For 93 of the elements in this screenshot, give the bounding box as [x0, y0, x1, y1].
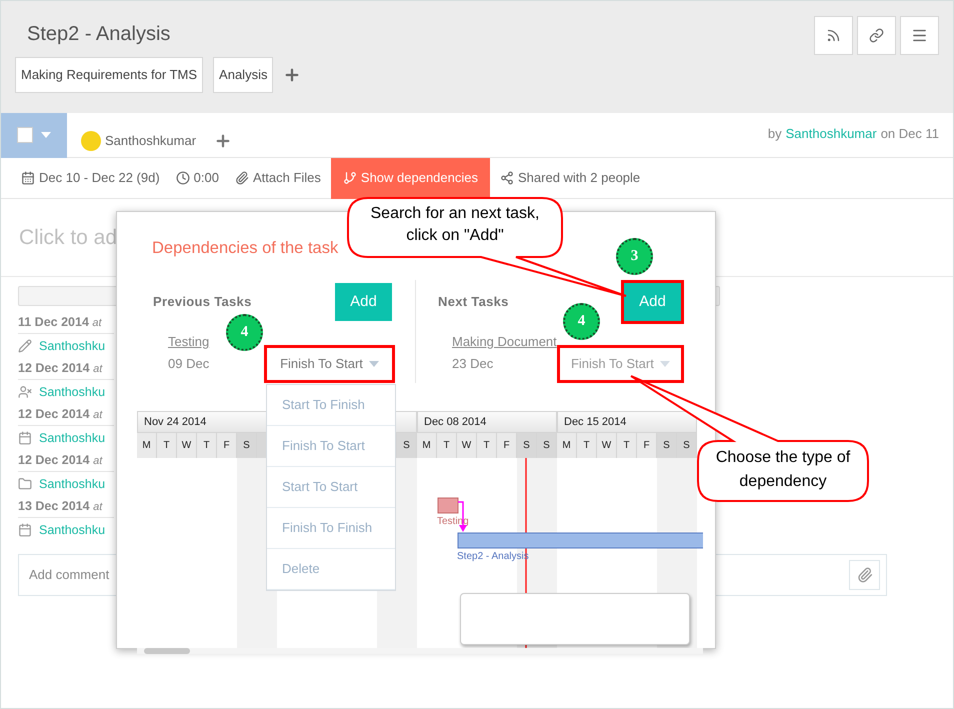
- callout-text: Search for an next task, click on "Add": [370, 204, 540, 246]
- day-header: F: [497, 433, 517, 458]
- toolbar-button[interactable]: Dec 10 - Dec 22 (9d): [15, 158, 166, 198]
- dialog-title: Dependencies of the task: [152, 238, 338, 259]
- week-header: Dec 08 2014: [417, 411, 557, 433]
- user-link[interactable]: Santhoshku: [39, 474, 106, 494]
- created-date: on Dec 11: [880, 125, 939, 144]
- user-icon: [18, 385, 32, 399]
- callout-text: Choose the type of dependency: [714, 448, 852, 492]
- week-header: Dec 15 2014: [557, 411, 697, 433]
- paperclip-icon: [234, 171, 249, 185]
- activity-date: 11 Dec 2014 at: [18, 314, 103, 331]
- menu-button[interactable]: [900, 16, 939, 55]
- task-link[interactable]: Making Document: [452, 332, 557, 352]
- rss-icon: [826, 28, 841, 43]
- menu-item[interactable]: Start To Finish: [267, 385, 395, 426]
- toolbar-button[interactable]: Shared with 2 people: [494, 158, 646, 198]
- user-link[interactable]: Santhoshku: [39, 428, 106, 448]
- branch-icon: [342, 171, 357, 185]
- menu-item[interactable]: Delete: [267, 549, 395, 590]
- attach-button[interactable]: [849, 560, 880, 590]
- caret-icon: [368, 361, 379, 367]
- created-by-label: by: [768, 125, 782, 144]
- add-button[interactable]: Add: [624, 283, 681, 321]
- dependency-type-select[interactable]: Finish To Start: [570, 354, 670, 374]
- tag-chip[interactable]: Analysis: [213, 57, 274, 92]
- day-header: S: [517, 433, 537, 458]
- select-checkbox-button[interactable]: [1, 112, 67, 158]
- day-header: S: [677, 433, 697, 458]
- day-header: S: [237, 433, 257, 458]
- menu-item[interactable]: Finish To Start: [267, 426, 395, 467]
- clock-icon: [176, 171, 190, 185]
- add-assignee-icon[interactable]: [214, 132, 232, 150]
- add-tag-icon[interactable]: [283, 66, 302, 84]
- author-link[interactable]: Santhoshkumar: [786, 124, 877, 144]
- toolbar-button[interactable]: Show dependencies: [330, 158, 490, 198]
- checkbox[interactable]: [17, 127, 33, 143]
- menu-icon: [911, 27, 928, 44]
- calendar-icon: [21, 171, 35, 185]
- day-header: S: [397, 433, 417, 458]
- activity-date: 12 Dec 2014 at: [18, 452, 104, 469]
- caret-icon: [660, 361, 670, 367]
- calendar-icon: [18, 431, 32, 445]
- add-button[interactable]: Add: [335, 283, 392, 321]
- day-header: M: [417, 433, 437, 458]
- day-header: W: [597, 433, 617, 458]
- day-header: M: [137, 433, 157, 458]
- toolbar-button[interactable]: 0:00: [170, 158, 225, 198]
- assignee-name[interactable]: Santhoshkumar: [105, 131, 196, 151]
- day-header: T: [617, 433, 637, 458]
- day-header: T: [477, 433, 497, 458]
- day-header: T: [577, 433, 597, 458]
- folder-icon: [18, 477, 32, 491]
- pencil-icon: [18, 339, 32, 353]
- link-icon: [869, 28, 884, 43]
- calendar-icon: [18, 523, 32, 537]
- share-icon: [500, 171, 514, 185]
- task-bar[interactable]: [438, 498, 458, 514]
- section-heading: Previous Tasks: [153, 293, 252, 312]
- day-header: T: [157, 433, 177, 458]
- section-heading: Next Tasks: [438, 293, 509, 312]
- menu-item[interactable]: Finish To Finish: [267, 508, 395, 549]
- link-button[interactable]: [857, 16, 896, 55]
- day-header: F: [637, 433, 657, 458]
- paperclip-icon: [856, 567, 872, 583]
- dependency-type-select[interactable]: Finish To Start: [280, 354, 379, 374]
- scrollbar-thumb[interactable]: [144, 648, 190, 654]
- tag-chip[interactable]: Making Requirements for TMS: [15, 57, 204, 92]
- activity-date: 12 Dec 2014 at: [18, 406, 104, 423]
- user-link[interactable]: Santhoshku: [39, 336, 106, 356]
- task-link[interactable]: Testing: [168, 332, 210, 352]
- day-header: M: [557, 433, 577, 458]
- user-link[interactable]: Santhoshku: [39, 520, 106, 540]
- user-link[interactable]: Santhoshku: [39, 382, 106, 402]
- menu-item[interactable]: Start To Start: [267, 467, 395, 508]
- task-bar[interactable]: [458, 532, 703, 548]
- day-header: T: [437, 433, 457, 458]
- day-header: T: [197, 433, 217, 458]
- day-header: S: [657, 433, 677, 458]
- day-header: S: [537, 433, 557, 458]
- caret-icon: [41, 132, 51, 138]
- activity-date: 13 Dec 2014 at: [18, 498, 104, 515]
- description-placeholder[interactable]: Click to ad: [19, 222, 118, 254]
- activity-date: 12 Dec 2014 at: [18, 360, 104, 377]
- task-title: Step2 - Analysis: [27, 22, 172, 47]
- avatar: [81, 131, 101, 151]
- day-header: F: [217, 433, 237, 458]
- task-date: 09 Dec: [168, 354, 210, 372]
- toolbar-button[interactable]: Attach Files: [228, 158, 327, 198]
- day-header: W: [177, 433, 197, 458]
- day-header: W: [457, 433, 477, 458]
- task-date: 23 Dec: [452, 354, 494, 372]
- rss-button[interactable]: [814, 16, 853, 55]
